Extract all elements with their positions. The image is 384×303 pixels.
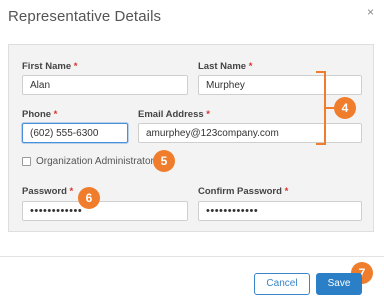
first-name-label-text: First Name (22, 61, 72, 72)
phone-label: Phone * (22, 109, 57, 120)
first-name-label: First Name * (22, 61, 77, 72)
org-admin-label[interactable]: Organization Administrator (36, 156, 154, 167)
required-marker: * (284, 186, 289, 197)
email-label: Email Address * (138, 109, 210, 120)
required-marker: * (206, 109, 210, 120)
callout-bracket-tick (326, 107, 334, 109)
last-name-label-text: Last Name (198, 61, 247, 72)
first-name-input[interactable] (22, 75, 188, 95)
password-label-text: Password (22, 186, 67, 197)
phone-input[interactable] (22, 123, 128, 143)
required-marker: * (248, 61, 253, 72)
org-admin-checkbox[interactable] (22, 157, 31, 166)
confirm-password-input[interactable]: •••••••••••• (198, 201, 362, 221)
phone-label-text: Phone (22, 109, 52, 120)
callout-badge-5: 5 (153, 150, 175, 172)
confirm-password-label: Confirm Password * (198, 186, 288, 197)
close-icon[interactable]: × (367, 5, 374, 19)
required-marker: * (69, 186, 74, 197)
required-marker: * (73, 61, 78, 72)
save-button[interactable]: Save (316, 273, 362, 295)
callout-bracket (316, 71, 326, 145)
callout-badge-4: 4 (334, 97, 356, 119)
cancel-button[interactable]: Cancel (254, 273, 310, 295)
representative-details-dialog: Representative Details × First Name * La… (0, 0, 384, 303)
callout-badge-6: 6 (78, 187, 100, 209)
password-input[interactable]: •••••••••••• (22, 201, 188, 221)
footer-divider (0, 256, 384, 257)
password-label: Password * (22, 186, 73, 197)
email-input[interactable] (138, 123, 362, 143)
dialog-title: Representative Details (8, 8, 162, 25)
last-name-label: Last Name * (198, 61, 252, 72)
last-name-input[interactable] (198, 75, 362, 95)
email-label-text: Email Address (138, 109, 204, 120)
confirm-password-label-text: Confirm Password (198, 186, 282, 197)
required-marker: * (53, 109, 58, 120)
